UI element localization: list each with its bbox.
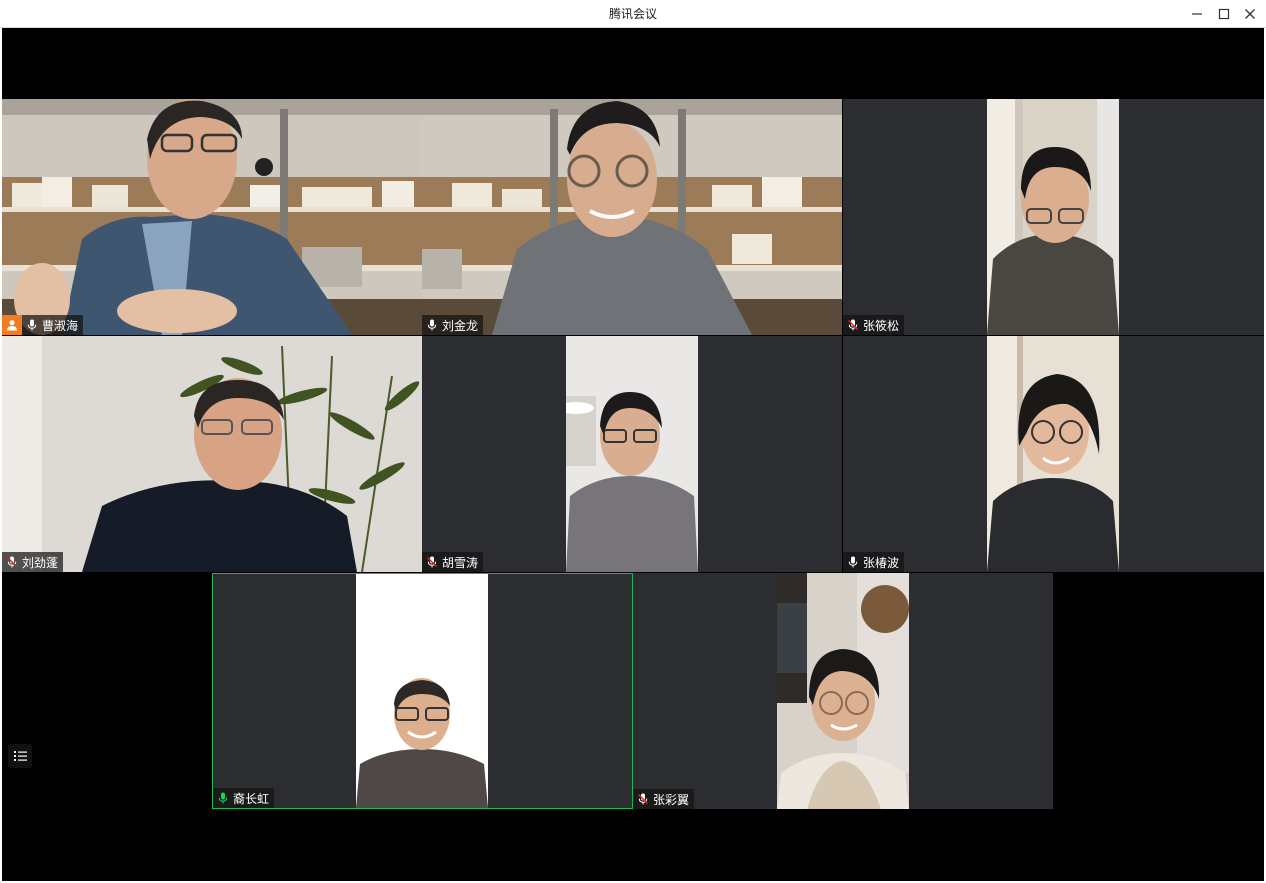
title-bar: 腾讯会议 <box>0 0 1266 28</box>
video-tile-6[interactable]: 张椿波 <box>843 336 1264 572</box>
participant-name: 裔长虹 <box>233 791 270 806</box>
participant-video <box>987 336 1119 572</box>
participant-video <box>777 573 909 809</box>
participant-name: 曹淑海 <box>42 318 79 333</box>
participant-name: 刘金龙 <box>442 318 479 333</box>
mic-muted-icon <box>637 793 649 805</box>
name-badge: 张筱松 <box>843 315 905 335</box>
participant-name: 张筱松 <box>863 318 900 333</box>
host-badge <box>2 315 22 335</box>
close-icon <box>1245 9 1255 19</box>
maximize-button[interactable] <box>1214 4 1234 24</box>
video-tile-7[interactable]: 裔长虹 <box>212 573 633 809</box>
list-icon <box>14 751 27 761</box>
video-tile-1[interactable]: 曹淑海 <box>2 99 422 335</box>
minimize-button[interactable] <box>1187 4 1207 24</box>
participant-list-button[interactable] <box>8 744 32 768</box>
close-button[interactable] <box>1240 4 1260 24</box>
participant-video <box>566 336 698 572</box>
name-badge: 曹淑海 <box>2 315 84 335</box>
video-tile-4[interactable]: 刘劲蓬 <box>2 336 422 572</box>
person-icon <box>7 320 17 331</box>
name-badge: 刘金龙 <box>422 315 484 335</box>
maximize-icon <box>1218 8 1230 20</box>
mic-icon <box>847 556 859 568</box>
participant-video <box>422 99 842 335</box>
participant-video <box>356 574 488 808</box>
mic-icon <box>426 319 438 331</box>
mic-speaking-icon <box>217 792 229 804</box>
video-tile-3[interactable]: 张筱松 <box>843 99 1264 335</box>
participant-name: 刘劲蓬 <box>22 555 59 570</box>
participant-name: 张椿波 <box>863 555 900 570</box>
name-badge: 张彩翼 <box>633 789 695 809</box>
mic-muted-icon <box>426 556 438 568</box>
participant-name: 胡雪涛 <box>442 555 479 570</box>
video-tile-5[interactable]: 胡雪涛 <box>422 336 842 572</box>
name-badge: 刘劲蓬 <box>2 552 64 572</box>
participant-video <box>2 336 422 572</box>
name-badge: 胡雪涛 <box>422 552 484 572</box>
name-badge: 裔长虹 <box>213 788 275 808</box>
mic-icon <box>26 319 38 331</box>
participant-video <box>2 99 422 335</box>
participant-name: 张彩翼 <box>653 792 690 807</box>
mic-muted-icon <box>847 319 859 331</box>
participant-video <box>987 99 1119 335</box>
video-tile-2[interactable]: 刘金龙 <box>422 99 842 335</box>
name-badge: 张椿波 <box>843 552 905 572</box>
minimize-icon <box>1192 13 1202 15</box>
video-stage: 曹淑海 刘金龙 张筱松 刘劲蓬 胡雪涛 张椿波 裔长虹 张彩翼 <box>2 28 1264 881</box>
mic-muted-icon <box>6 556 18 568</box>
video-tile-8[interactable]: 张彩翼 <box>633 573 1053 809</box>
window-title: 腾讯会议 <box>608 7 657 21</box>
